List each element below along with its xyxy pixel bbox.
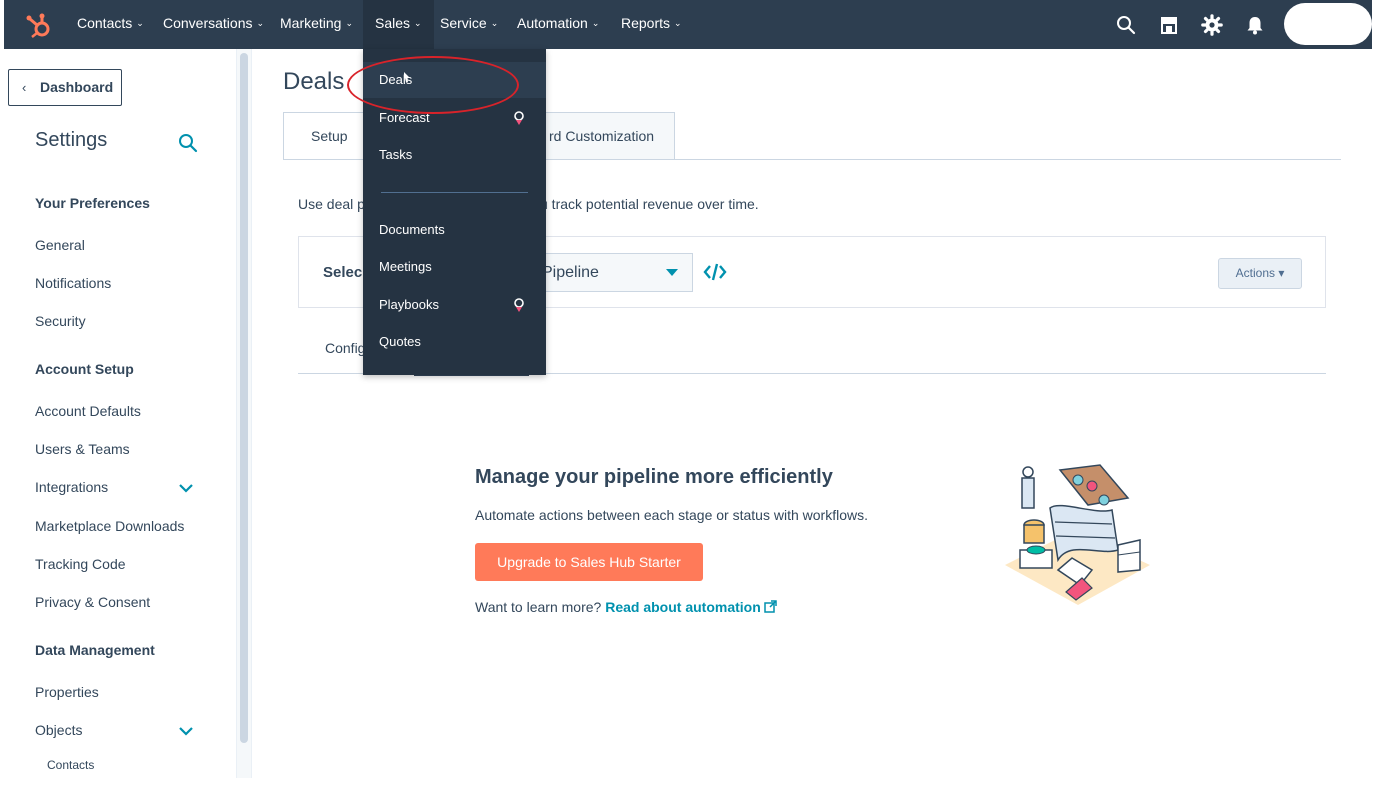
sidebar-item-general[interactable]: General: [35, 237, 85, 253]
chevron-down-icon: ⌄: [256, 18, 265, 28]
chevron-down-icon: ⌄: [674, 18, 682, 28]
sidebar-item-objects[interactable]: Objects: [35, 722, 82, 738]
promo-title: Manage your pipeline more efficiently: [475, 466, 833, 488]
menu-item-playbooks-label: Playbooks: [379, 297, 439, 312]
menu-item-quotes[interactable]: Quotes: [363, 324, 546, 360]
promo-text: Automate actions between each stage or s…: [475, 507, 868, 523]
actions-button[interactable]: Actions ▾: [1218, 258, 1302, 289]
caret-down-icon: [666, 269, 678, 276]
menu-item-playbooks[interactable]: Playbooks: [363, 287, 546, 323]
sidebar-item-security[interactable]: Security: [35, 313, 86, 329]
page-title: Deals: [283, 68, 345, 95]
upgrade-button[interactable]: Upgrade to Sales Hub Starter: [475, 543, 703, 581]
sidebar-scrollbar[interactable]: [236, 49, 252, 778]
nav-contacts[interactable]: Contacts ⌄: [77, 0, 144, 49]
sidebar-heading-your-preferences: Your Preferences: [35, 195, 150, 211]
pipeline-dropdown-value: Pipeline: [542, 264, 599, 281]
sidebar-heading-account-setup: Account Setup: [35, 361, 134, 377]
menu-divider: [381, 192, 528, 193]
sidebar-item-account-defaults[interactable]: Account Defaults: [35, 403, 141, 419]
sidebar-item-privacy-consent[interactable]: Privacy & Consent: [35, 594, 150, 610]
tab-record-customization[interactable]: rd Customization: [530, 112, 675, 160]
sidebar-item-marketplace-downloads[interactable]: Marketplace Downloads: [35, 518, 184, 534]
nav-conversations[interactable]: Conversations ⌄: [163, 0, 264, 49]
read-about-automation-link[interactable]: Read about automation: [605, 599, 777, 615]
top-navigation-bar: Contacts ⌄ Conversations ⌄ Marketing ⌄ Sale…: [4, 0, 1372, 49]
mouse-cursor-icon: [404, 72, 410, 82]
menu-item-tasks[interactable]: Tasks: [363, 137, 546, 173]
sidebar-subitem-contacts[interactable]: Contacts: [47, 758, 94, 772]
chevron-down-icon: ⌄: [345, 18, 354, 28]
nav-sales[interactable]: Sales ⌄: [363, 0, 434, 49]
sidebar-item-users-teams[interactable]: Users & Teams: [35, 441, 130, 457]
nav-reports-label: Reports: [621, 15, 671, 31]
upgrade-badge-icon: [514, 111, 524, 125]
scrollbar-thumb[interactable]: [240, 53, 248, 743]
sidebar-title: Settings: [35, 129, 108, 151]
search-icon[interactable]: [1115, 14, 1137, 36]
nav-automation-label: Automation: [517, 15, 588, 31]
chevron-down-icon[interactable]: [178, 726, 194, 736]
sidebar-item-integrations[interactable]: Integrations: [35, 479, 108, 495]
tab-configure[interactable]: Config: [325, 340, 365, 356]
app-frame: Contacts ⌄ Conversations ⌄ Marketing ⌄ Sale…: [0, 0, 1383, 796]
nav-service-label: Service: [440, 15, 487, 31]
menu-item-forecast-label: Forecast: [379, 110, 430, 125]
nav-conversations-label: Conversations: [163, 15, 253, 31]
sidebar-item-notifications[interactable]: Notifications: [35, 275, 111, 291]
nav-marketing[interactable]: Marketing ⌄: [280, 0, 353, 49]
hubspot-logo-icon[interactable]: [24, 10, 54, 40]
nav-reports[interactable]: Reports ⌄: [621, 0, 682, 49]
sidebar-item-tracking-code[interactable]: Tracking Code: [35, 556, 126, 572]
notifications-bell-icon[interactable]: [1244, 14, 1266, 36]
tab-setup[interactable]: Setup: [283, 112, 375, 160]
chevron-down-icon: ⌄: [136, 18, 144, 28]
read-about-automation-label: Read about automation: [605, 599, 761, 615]
chevron-down-icon: ⌄: [490, 18, 499, 28]
sales-dropdown-menu: Deals Forecast Tasks Documents Meetings …: [363, 49, 546, 375]
sidebar-heading-data-management: Data Management: [35, 642, 155, 658]
upgrade-badge-icon: [514, 298, 524, 312]
nav-sales-label: Sales: [375, 15, 411, 31]
workflow-illustration: [1005, 464, 1150, 605]
nav-contacts-label: Contacts: [77, 15, 133, 31]
menu-item-meetings[interactable]: Meetings: [363, 249, 546, 285]
pipeline-dropdown[interactable]: Pipeline: [525, 253, 693, 292]
description-left: Use deal p: [298, 196, 365, 212]
chevron-down-icon: ⌄: [591, 18, 600, 28]
select-pipeline-label: Selec: [323, 264, 363, 281]
nav-service[interactable]: Service ⌄: [440, 0, 498, 49]
back-button-label: Dashboard: [40, 79, 114, 95]
nav-automation[interactable]: Automation ⌄: [517, 0, 599, 49]
external-link-icon: [764, 600, 777, 613]
pipeline-description: Use deal p u track potential revenue ove…: [298, 196, 759, 212]
menu-item-deals[interactable]: Deals: [363, 62, 546, 98]
nav-marketing-label: Marketing: [280, 15, 342, 31]
learn-more-prefix: Want to learn more?: [475, 599, 602, 615]
settings-sidebar: ‹ Dashboard Settings Your Preferences Gen…: [4, 49, 236, 778]
description-right: u track potential revenue over time.: [540, 196, 759, 212]
code-embed-icon[interactable]: [703, 262, 727, 282]
menu-item-documents[interactable]: Documents: [363, 212, 546, 248]
chevron-left-icon: ‹: [22, 80, 27, 95]
back-to-dashboard-button[interactable]: ‹ Dashboard: [8, 69, 122, 106]
learn-more-line: Want to learn more? Read about automatio…: [475, 599, 777, 615]
menu-item-forecast[interactable]: Forecast: [363, 100, 546, 136]
search-icon[interactable]: [178, 133, 198, 153]
sidebar-item-properties[interactable]: Properties: [35, 684, 99, 700]
marketplace-icon[interactable]: [1158, 14, 1180, 36]
chevron-down-icon[interactable]: [178, 483, 194, 493]
chevron-down-icon: ⌄: [414, 18, 422, 28]
account-avatar[interactable]: [1284, 3, 1372, 45]
settings-gear-icon[interactable]: [1201, 14, 1223, 36]
